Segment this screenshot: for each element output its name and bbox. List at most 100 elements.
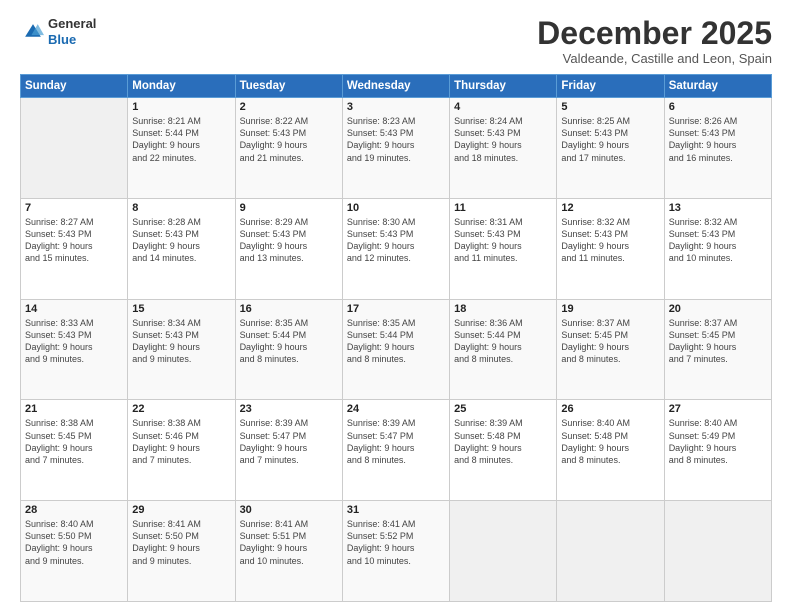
calendar-cell: 2Sunrise: 8:22 AM Sunset: 5:43 PM Daylig… <box>235 98 342 199</box>
calendar-cell <box>557 501 664 602</box>
day-number: 21 <box>25 403 123 415</box>
day-number: 27 <box>669 403 767 415</box>
day-number: 11 <box>454 202 552 214</box>
day-info: Sunrise: 8:33 AM Sunset: 5:43 PM Dayligh… <box>25 317 123 366</box>
calendar-cell <box>450 501 557 602</box>
day-number: 4 <box>454 101 552 113</box>
calendar-cell: 31Sunrise: 8:41 AM Sunset: 5:52 PM Dayli… <box>342 501 449 602</box>
day-info: Sunrise: 8:37 AM Sunset: 5:45 PM Dayligh… <box>669 317 767 366</box>
calendar-week-row: 21Sunrise: 8:38 AM Sunset: 5:45 PM Dayli… <box>21 400 772 501</box>
day-info: Sunrise: 8:25 AM Sunset: 5:43 PM Dayligh… <box>561 115 659 164</box>
day-info: Sunrise: 8:28 AM Sunset: 5:43 PM Dayligh… <box>132 216 230 265</box>
weekday-header: Monday <box>128 75 235 98</box>
weekday-header-row: SundayMondayTuesdayWednesdayThursdayFrid… <box>21 75 772 98</box>
weekday-header: Tuesday <box>235 75 342 98</box>
calendar-cell: 28 Sunrise: 8:40 AM Sunset: 5:50 PM Dayli… <box>21 501 128 602</box>
day-number: 12 <box>561 202 659 214</box>
calendar-cell: 18Sunrise: 8:36 AM Sunset: 5:44 PM Dayli… <box>450 299 557 400</box>
calendar-cell: 12 Sunrise: 8:32 AM Sunset: 5:43 PM Dayli… <box>557 198 664 299</box>
day-number: 20 <box>669 303 767 315</box>
day-number: 19 <box>561 303 659 315</box>
calendar-cell: 17 Sunrise: 8:35 AM Sunset: 5:44 PM Dayli… <box>342 299 449 400</box>
day-info: Sunrise: 8:38 AM Sunset: 5:46 PM Dayligh… <box>132 417 230 466</box>
day-info: Sunrise: 8:23 AM Sunset: 5:43 PM Dayligh… <box>347 115 445 164</box>
logo-general-text: General <box>48 16 96 32</box>
logo-icon <box>22 21 44 43</box>
day-number: 31 <box>347 504 445 516</box>
page: General Blue December 2025 Valdeande, Ca… <box>0 0 792 612</box>
day-number: 22 <box>132 403 230 415</box>
day-info: Sunrise: 8:36 AM Sunset: 5:44 PM Dayligh… <box>454 317 552 366</box>
day-number: 14 <box>25 303 123 315</box>
day-info: Sunrise: 8:40 AM Sunset: 5:48 PM Dayligh… <box>561 417 659 466</box>
day-info: Sunrise: 8:39 AM Sunset: 5:48 PM Dayligh… <box>454 417 552 466</box>
calendar-cell: 5 Sunrise: 8:25 AM Sunset: 5:43 PM Daylig… <box>557 98 664 199</box>
calendar-cell <box>21 98 128 199</box>
day-number: 13 <box>669 202 767 214</box>
day-number: 9 <box>240 202 338 214</box>
day-info: Sunrise: 8:39 AM Sunset: 5:47 PM Dayligh… <box>347 417 445 466</box>
day-info: Sunrise: 8:35 AM Sunset: 5:44 PM Dayligh… <box>347 317 445 366</box>
day-number: 6 <box>669 101 767 113</box>
calendar-cell: 24 Sunrise: 8:39 AM Sunset: 5:47 PM Dayli… <box>342 400 449 501</box>
weekday-header: Friday <box>557 75 664 98</box>
calendar-cell: 25 Sunrise: 8:39 AM Sunset: 5:48 PM Dayli… <box>450 400 557 501</box>
location-subtitle: Valdeande, Castille and Leon, Spain <box>537 51 772 66</box>
calendar-cell: 29 Sunrise: 8:41 AM Sunset: 5:50 PM Dayli… <box>128 501 235 602</box>
day-info: Sunrise: 8:27 AM Sunset: 5:43 PM Dayligh… <box>25 216 123 265</box>
calendar-cell: 27 Sunrise: 8:40 AM Sunset: 5:49 PM Dayli… <box>664 400 771 501</box>
calendar-cell: 6 Sunrise: 8:26 AM Sunset: 5:43 PM Daylig… <box>664 98 771 199</box>
day-number: 16 <box>240 303 338 315</box>
day-info: Sunrise: 8:40 AM Sunset: 5:50 PM Dayligh… <box>25 518 123 567</box>
day-number: 23 <box>240 403 338 415</box>
calendar-cell: 16 Sunrise: 8:35 AM Sunset: 5:44 PM Dayli… <box>235 299 342 400</box>
calendar-cell: 19 Sunrise: 8:37 AM Sunset: 5:45 PM Dayli… <box>557 299 664 400</box>
weekday-header: Saturday <box>664 75 771 98</box>
day-info: Sunrise: 8:39 AM Sunset: 5:47 PM Dayligh… <box>240 417 338 466</box>
day-number: 5 <box>561 101 659 113</box>
day-number: 30 <box>240 504 338 516</box>
day-info: Sunrise: 8:32 AM Sunset: 5:43 PM Dayligh… <box>561 216 659 265</box>
logo: General Blue <box>20 16 96 47</box>
day-number: 15 <box>132 303 230 315</box>
calendar-cell: 13 Sunrise: 8:32 AM Sunset: 5:43 PM Dayli… <box>664 198 771 299</box>
calendar-cell: 4 Sunrise: 8:24 AM Sunset: 5:43 PM Daylig… <box>450 98 557 199</box>
calendar-week-row: 28 Sunrise: 8:40 AM Sunset: 5:50 PM Dayli… <box>21 501 772 602</box>
calendar-week-row: 7 Sunrise: 8:27 AM Sunset: 5:43 PM Daylig… <box>21 198 772 299</box>
day-number: 25 <box>454 403 552 415</box>
calendar-table: SundayMondayTuesdayWednesdayThursdayFrid… <box>20 74 772 602</box>
day-info: Sunrise: 8:35 AM Sunset: 5:44 PM Dayligh… <box>240 317 338 366</box>
calendar-cell: 15Sunrise: 8:34 AM Sunset: 5:43 PM Dayli… <box>128 299 235 400</box>
calendar-cell: 3Sunrise: 8:23 AM Sunset: 5:43 PM Daylig… <box>342 98 449 199</box>
calendar-cell: 30Sunrise: 8:41 AM Sunset: 5:51 PM Dayli… <box>235 501 342 602</box>
day-number: 24 <box>347 403 445 415</box>
day-number: 7 <box>25 202 123 214</box>
day-info: Sunrise: 8:31 AM Sunset: 5:43 PM Dayligh… <box>454 216 552 265</box>
day-number: 29 <box>132 504 230 516</box>
month-title: December 2025 <box>537 16 772 51</box>
calendar-cell: 26 Sunrise: 8:40 AM Sunset: 5:48 PM Dayli… <box>557 400 664 501</box>
day-number: 26 <box>561 403 659 415</box>
calendar-cell: 1Sunrise: 8:21 AM Sunset: 5:44 PM Daylig… <box>128 98 235 199</box>
calendar-cell: 10Sunrise: 8:30 AM Sunset: 5:43 PM Dayli… <box>342 198 449 299</box>
day-info: Sunrise: 8:40 AM Sunset: 5:49 PM Dayligh… <box>669 417 767 466</box>
calendar-cell <box>664 501 771 602</box>
day-info: Sunrise: 8:26 AM Sunset: 5:43 PM Dayligh… <box>669 115 767 164</box>
calendar-cell: 7 Sunrise: 8:27 AM Sunset: 5:43 PM Daylig… <box>21 198 128 299</box>
logo-blue-text: Blue <box>48 32 96 48</box>
day-number: 17 <box>347 303 445 315</box>
day-info: Sunrise: 8:41 AM Sunset: 5:50 PM Dayligh… <box>132 518 230 567</box>
day-info: Sunrise: 8:37 AM Sunset: 5:45 PM Dayligh… <box>561 317 659 366</box>
calendar-cell: 11 Sunrise: 8:31 AM Sunset: 5:43 PM Dayli… <box>450 198 557 299</box>
day-number: 10 <box>347 202 445 214</box>
weekday-header: Wednesday <box>342 75 449 98</box>
day-info: Sunrise: 8:32 AM Sunset: 5:43 PM Dayligh… <box>669 216 767 265</box>
weekday-header: Thursday <box>450 75 557 98</box>
day-info: Sunrise: 8:21 AM Sunset: 5:44 PM Dayligh… <box>132 115 230 164</box>
day-info: Sunrise: 8:29 AM Sunset: 5:43 PM Dayligh… <box>240 216 338 265</box>
day-number: 2 <box>240 101 338 113</box>
day-info: Sunrise: 8:24 AM Sunset: 5:43 PM Dayligh… <box>454 115 552 164</box>
day-number: 28 <box>25 504 123 516</box>
calendar-cell: 9 Sunrise: 8:29 AM Sunset: 5:43 PM Daylig… <box>235 198 342 299</box>
calendar-cell: 8Sunrise: 8:28 AM Sunset: 5:43 PM Daylig… <box>128 198 235 299</box>
